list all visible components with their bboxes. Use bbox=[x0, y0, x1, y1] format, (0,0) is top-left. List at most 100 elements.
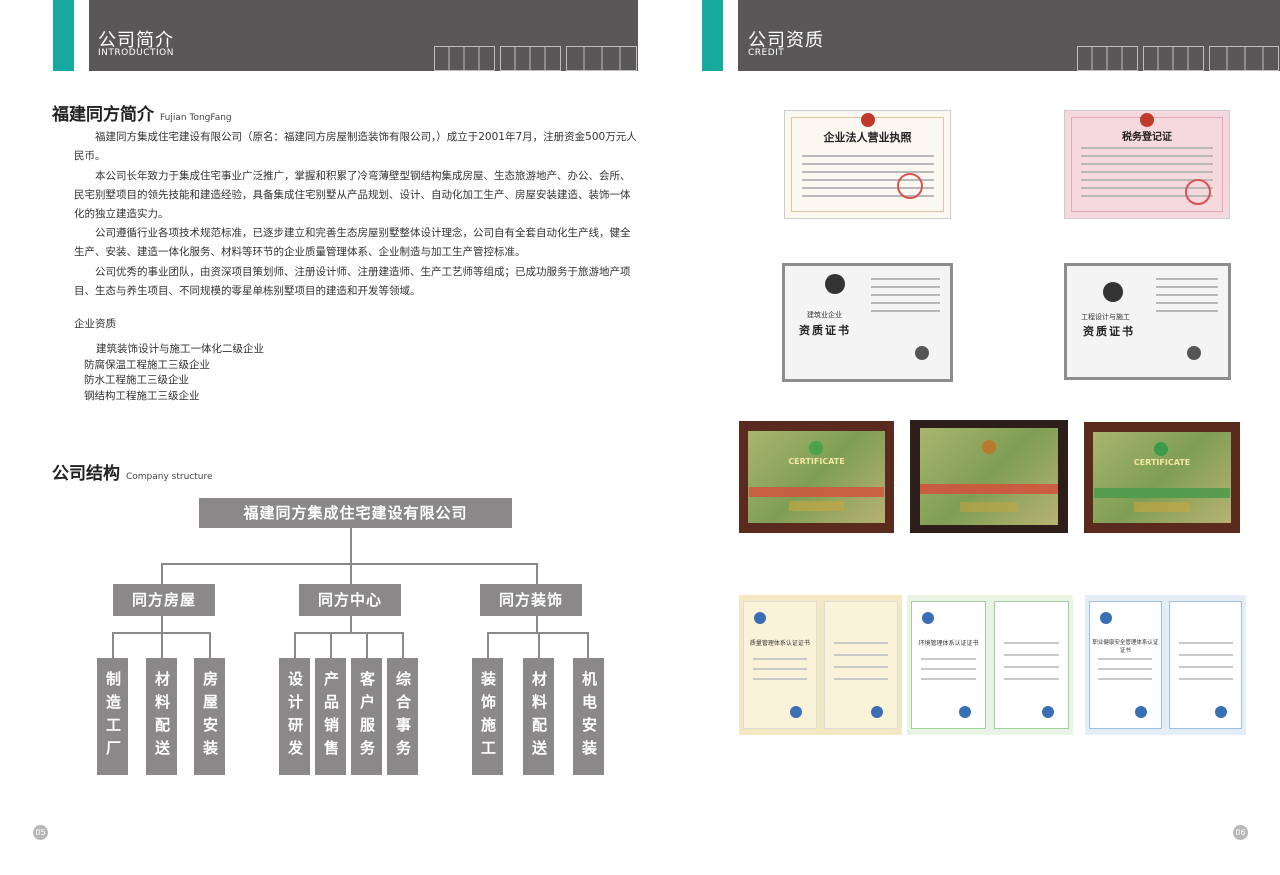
plaque-label: CERTIFICATE bbox=[788, 457, 845, 466]
unit-box: 设计研发 bbox=[279, 658, 310, 775]
intro-title: 福建同方简介 Fujian TongFang bbox=[52, 100, 232, 125]
left-header-subtitle: INTRODUCTION bbox=[98, 48, 174, 58]
cert-text-line bbox=[1003, 654, 1060, 656]
org-root: 福建同方集成住宅建设有限公司 bbox=[199, 498, 512, 528]
tax-registration-title: 税务登记证 bbox=[1122, 132, 1172, 143]
unit-box: 装饰施工 bbox=[472, 658, 503, 775]
honor-plaque: CERTIFICATE bbox=[1084, 422, 1240, 533]
connector-line bbox=[330, 632, 332, 658]
iso-cert-sheet-en bbox=[1169, 601, 1242, 729]
qualification-cert-type: 工程设计与施工 bbox=[1081, 313, 1130, 321]
iso-environment-certificates: 环境管理体系认证证书 bbox=[907, 595, 1073, 735]
qualification-cert-title: 资质证书 bbox=[799, 324, 851, 337]
unit-label: 设计研发 bbox=[286, 670, 304, 763]
cert-text-line bbox=[1178, 654, 1233, 656]
cert-text-line bbox=[1003, 642, 1060, 644]
qualification-list: 建筑装饰设计与施工一体化二级企业 防腐保温工程施工三级企业 防水工程施工三级企业… bbox=[84, 342, 264, 404]
connector-line bbox=[536, 616, 538, 633]
tax-registration-certificate: 税务登记证 bbox=[1064, 110, 1230, 219]
cert-text-line bbox=[833, 642, 889, 644]
connector-line bbox=[538, 632, 540, 658]
plaque-red-text bbox=[920, 484, 1058, 494]
plaque-emblem-icon bbox=[1154, 442, 1168, 456]
cert-text-line bbox=[1178, 666, 1233, 668]
connector-line bbox=[487, 632, 489, 658]
connector-line bbox=[161, 616, 163, 633]
cert-text-line bbox=[1098, 668, 1153, 670]
connector-line bbox=[350, 563, 352, 584]
structure-title-en: Company structure bbox=[126, 472, 213, 482]
iso-cert-sheet-en bbox=[824, 601, 898, 729]
plaque-gold-text bbox=[789, 501, 844, 511]
unit-box: 机电安装 bbox=[573, 658, 604, 775]
iaf-logo-icon bbox=[789, 706, 802, 718]
qualification-item: 防水工程施工三级企业 bbox=[84, 374, 189, 386]
unit-label: 机电安装 bbox=[580, 670, 598, 763]
cert-text-line bbox=[920, 658, 977, 660]
iso-quality-certificates: 质量管理体系认证证书 bbox=[739, 595, 902, 735]
unit-box: 产品销售 bbox=[315, 658, 346, 775]
design-construction-qualification-certificate: 工程设计与施工 资质证书 bbox=[1064, 263, 1231, 380]
plaque-gold-text bbox=[1134, 502, 1190, 512]
construction-qualification-certificate: 建筑业企业 资质证书 bbox=[782, 263, 953, 382]
cert-text-line bbox=[1178, 642, 1233, 644]
connector-line bbox=[112, 632, 114, 658]
cert-text-line bbox=[752, 678, 808, 680]
unit-box: 材料配送 bbox=[146, 658, 177, 775]
unit-label: 客户服务 bbox=[358, 670, 376, 763]
cnas-logo-icon bbox=[922, 612, 934, 624]
connector-line bbox=[350, 616, 352, 633]
connector-line bbox=[294, 632, 404, 634]
national-emblem-icon bbox=[1140, 113, 1154, 127]
seal-icon bbox=[915, 346, 929, 360]
connector-line bbox=[161, 632, 163, 658]
connector-line bbox=[209, 632, 211, 658]
iaf-logo-icon bbox=[871, 706, 883, 718]
iaf-logo-icon bbox=[959, 706, 972, 718]
structure-title-cn: 公司结构 bbox=[52, 464, 120, 484]
division-center: 同方中心 bbox=[299, 584, 401, 616]
connector-line bbox=[350, 528, 352, 564]
plaque-emblem-icon bbox=[809, 441, 823, 455]
right-header-subtitle: CREDIT bbox=[748, 48, 785, 58]
iaf-logo-icon bbox=[1042, 706, 1054, 718]
cert-text-line bbox=[752, 668, 808, 670]
left-header-accent bbox=[53, 0, 74, 71]
iso-ohs-certificates: 职业健康安全管理体系认证证书 bbox=[1085, 595, 1246, 735]
connector-line bbox=[294, 632, 296, 658]
qualification-item: 建筑装饰设计与施工一体化二级企业 bbox=[96, 343, 264, 355]
honor-plaque bbox=[910, 420, 1068, 533]
unit-box: 材料配送 bbox=[523, 658, 554, 775]
connector-line bbox=[161, 563, 537, 565]
unit-box: 客户服务 bbox=[351, 658, 382, 775]
qualification-item: 防腐保温工程施工三级企业 bbox=[84, 358, 210, 371]
page-number-right: 06 bbox=[1233, 825, 1248, 840]
intro-paragraph-4: 公司优秀的事业团队，由资深项目策划师、注册设计师、注册建造师、生产工艺师等组成；… bbox=[74, 266, 631, 297]
iso-cert-title: 环境管理体系认证证书 bbox=[918, 640, 979, 647]
cert-text-line bbox=[1098, 678, 1153, 680]
plaque-gold-text bbox=[960, 502, 1018, 512]
unit-label: 产品销售 bbox=[322, 670, 340, 763]
unit-label: 材料配送 bbox=[153, 670, 171, 763]
cert-text-line bbox=[920, 678, 977, 680]
qualification-cert-type: 建筑业企业 bbox=[807, 311, 842, 319]
seal-icon bbox=[1187, 346, 1201, 360]
plaque-emblem-icon bbox=[982, 440, 996, 454]
structure-title: 公司结构 Company structure bbox=[52, 459, 213, 484]
cert-text-line bbox=[920, 668, 977, 670]
right-header-decoration bbox=[1077, 46, 1279, 71]
plaque-green-text bbox=[1094, 488, 1230, 498]
plaque-red-text bbox=[749, 487, 884, 497]
intro-title-en: Fujian TongFang bbox=[160, 113, 232, 123]
qualification-item: 钢结构工程施工三级企业 bbox=[84, 389, 200, 402]
plaque-label: CERTIFICATE bbox=[1133, 458, 1191, 467]
page-number-left: 05 bbox=[33, 825, 48, 840]
intro-paragraph-2: 本公司长年致力于集成住宅事业广泛推广，掌握和积累了冷弯薄壁型钢结构集成房屋、生态… bbox=[74, 170, 631, 220]
division-decoration: 同方装饰 bbox=[480, 584, 582, 616]
cert-text-line bbox=[833, 666, 889, 668]
left-header-decoration bbox=[434, 46, 637, 71]
iso-cert-sheet-en bbox=[993, 601, 1069, 729]
business-license-title: 企业法人营业执照 bbox=[823, 131, 912, 144]
cert-text-line bbox=[833, 678, 889, 680]
business-license-certificate: 企业法人营业执照 bbox=[784, 110, 951, 219]
